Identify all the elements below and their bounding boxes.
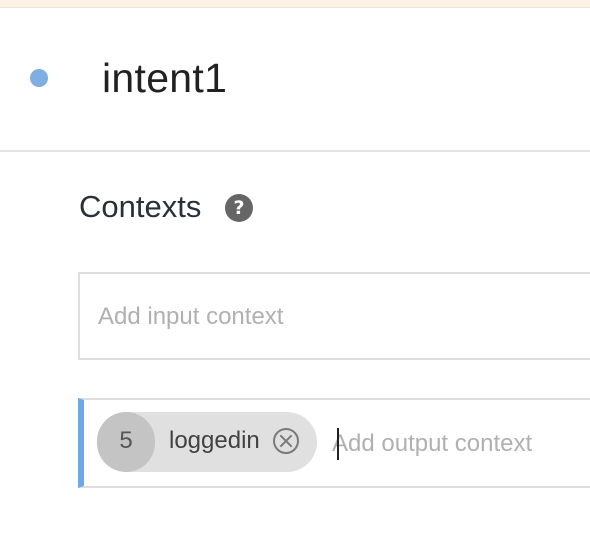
help-icon[interactable]: ? <box>225 194 253 222</box>
top-strip <box>0 0 590 8</box>
close-circle-icon[interactable] <box>273 428 299 454</box>
context-chip[interactable]: 5 loggedin <box>97 412 317 472</box>
chip-label: loggedin <box>169 427 260 454</box>
output-context-input[interactable] <box>332 426 590 462</box>
output-context-field[interactable]: 5 loggedin <box>78 398 590 488</box>
chip-lifespan[interactable]: 5 <box>97 412 155 472</box>
intent-header: intent1 <box>0 8 590 152</box>
intent-status-dot <box>30 69 48 87</box>
contexts-title: Contexts <box>79 189 202 224</box>
input-context-input[interactable] <box>98 300 578 334</box>
intent-name[interactable]: intent1 <box>102 54 227 102</box>
text-caret <box>337 428 339 460</box>
input-context-field[interactable] <box>78 272 590 360</box>
